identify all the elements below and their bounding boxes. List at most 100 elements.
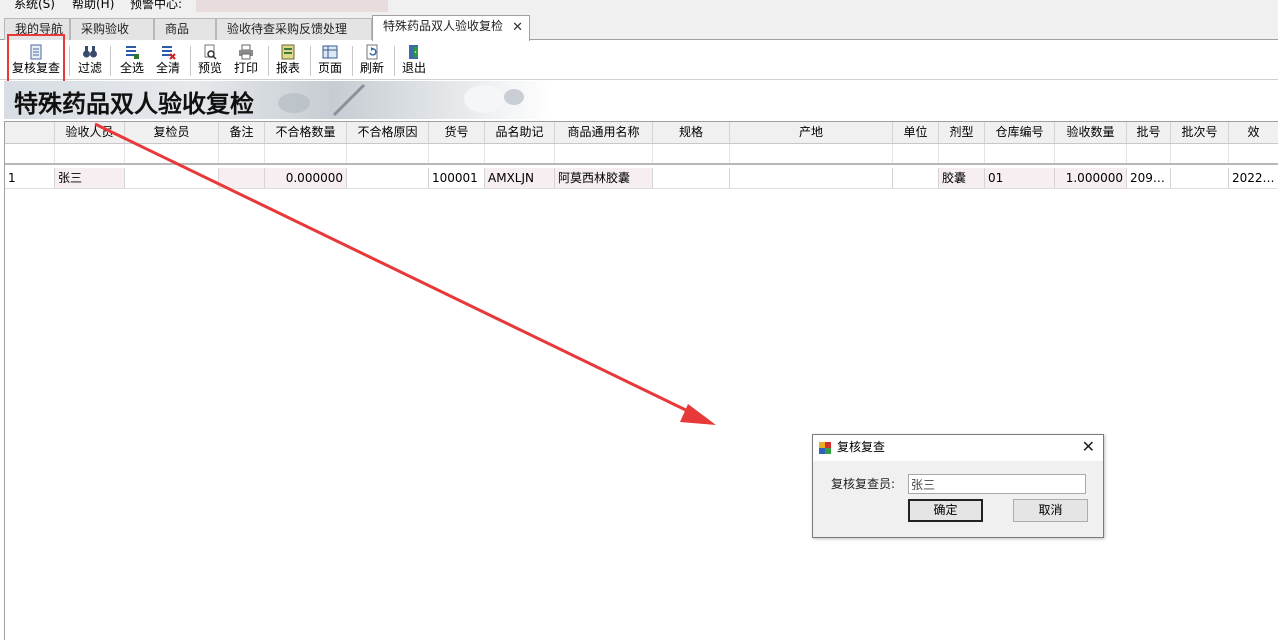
page-label: 页面	[317, 61, 342, 75]
toolbar-separator	[268, 46, 269, 76]
table-cell[interactable]: 100001	[429, 168, 485, 188]
filter-cell[interactable]	[219, 144, 265, 163]
menu-system[interactable]: 系统(S)	[14, 0, 55, 12]
filter-cell[interactable]	[429, 144, 485, 163]
ok-button[interactable]: 确定	[908, 499, 983, 522]
refresh-button[interactable]: 刷新	[356, 42, 388, 78]
column-header[interactable]: 效	[1229, 122, 1278, 143]
column-header[interactable]: 品名助记	[485, 122, 555, 143]
filter-cell[interactable]	[55, 144, 125, 163]
select-all-button[interactable]: 全选	[116, 42, 148, 78]
report-icon	[281, 44, 295, 60]
column-header[interactable]: 备注	[219, 122, 265, 143]
grid-header-row: 验收人员 复检员 备注 不合格数量 不合格原因 货号 品名助记 商品通用名称 规格 产地 单位 剂型仓…	[5, 122, 1278, 144]
table-cell[interactable]	[730, 168, 893, 188]
print-button[interactable]: 打印	[230, 42, 262, 78]
table-cell[interactable]: 1	[5, 168, 55, 188]
dialog-close-icon[interactable]: ✕	[1082, 437, 1095, 457]
clear-all-label: 全清	[155, 61, 180, 75]
table-cell[interactable]: 阿莫西林胶囊	[555, 168, 653, 188]
tab-special-drug-recheck[interactable]: 特殊药品双人验收复检 ✕	[372, 15, 530, 41]
page-button[interactable]: 页面	[314, 42, 346, 78]
filter-cell[interactable]	[1229, 144, 1278, 163]
table-cell[interactable]	[219, 168, 265, 188]
clear-all-button[interactable]: 全清	[152, 42, 184, 78]
table-cell[interactable]: 0.000000	[265, 168, 347, 188]
filter-cell[interactable]	[730, 144, 893, 163]
tab-label: 商品	[165, 22, 190, 36]
clear-all-icon	[162, 46, 176, 60]
exit-door-icon	[409, 45, 418, 59]
column-header[interactable]: 产地	[730, 122, 893, 143]
filter-cell[interactable]	[265, 144, 347, 163]
column-header[interactable]: 批次号	[1171, 122, 1229, 143]
column-header[interactable]: 商品通用名称	[555, 122, 653, 143]
grid-filter-row[interactable]	[5, 144, 1278, 165]
app-window-icon	[819, 442, 831, 454]
filter-cell[interactable]	[893, 144, 939, 163]
filter-cell[interactable]	[125, 144, 219, 163]
toolbar-separator	[190, 46, 191, 76]
filter-cell[interactable]	[1127, 144, 1171, 163]
exit-button[interactable]: 退出	[398, 42, 430, 78]
column-header[interactable]: 单位	[893, 122, 939, 143]
reviewer-input[interactable]	[908, 474, 1086, 494]
table-cell[interactable]	[653, 168, 730, 188]
recheck-label: 复核复查	[11, 61, 60, 75]
banner-decoration-icon	[278, 83, 524, 117]
table-row[interactable]: 1 张三 0.000000 100001 AMXLJN 阿莫西林胶囊 胶囊 01 1.00000…	[5, 168, 1278, 189]
table-cell[interactable]: 2022-01	[1229, 168, 1278, 188]
table-cell[interactable]: AMXLJN	[485, 168, 555, 188]
tab-close-icon[interactable]: ✕	[512, 16, 523, 40]
recheck-button[interactable]: 复核复查	[10, 42, 62, 78]
filter-cell[interactable]	[485, 144, 555, 163]
select-all-icon	[126, 46, 139, 59]
filter-cell[interactable]	[555, 144, 653, 163]
column-header[interactable]	[5, 122, 55, 143]
page-setup-icon	[322, 45, 338, 59]
tab-purchase-acceptance[interactable]: 采购验收	[70, 18, 154, 40]
toolbar-separator	[110, 46, 111, 76]
menu-alert-center[interactable]: 预警中心:	[130, 0, 182, 12]
filter-cell[interactable]	[939, 144, 985, 163]
tab-goods[interactable]: 商品	[154, 18, 216, 40]
column-header[interactable]: 剂型	[939, 122, 985, 143]
preview-button[interactable]: 预览	[194, 42, 226, 78]
table-cell[interactable]	[1171, 168, 1229, 188]
column-header[interactable]: 验收人员	[55, 122, 125, 143]
filter-cell[interactable]	[5, 144, 55, 163]
filter-button[interactable]: 过滤	[74, 42, 106, 78]
menu-help[interactable]: 帮助(H)	[72, 0, 114, 12]
magnifier-icon	[204, 44, 217, 60]
binoculars-icon	[83, 46, 97, 58]
toolbar-separator	[69, 46, 70, 76]
filter-cell[interactable]	[985, 144, 1055, 163]
cancel-button[interactable]: 取消	[1013, 499, 1088, 522]
table-cell[interactable]: 胶囊	[939, 168, 985, 188]
page-banner: 特殊药品双人验收复检	[4, 81, 552, 119]
filter-cell[interactable]	[1171, 144, 1229, 163]
column-header[interactable]: 不合格数量	[265, 122, 347, 143]
filter-cell[interactable]	[653, 144, 730, 163]
column-header[interactable]: 不合格原因	[347, 122, 429, 143]
tab-my-navigation[interactable]: 我的导航	[4, 18, 70, 40]
data-grid[interactable]: 验收人员 复检员 备注 不合格数量 不合格原因 货号 品名助记 商品通用名称 规格 产地 单位 剂型仓…	[4, 121, 1278, 640]
column-header[interactable]: 验收数量	[1055, 122, 1127, 143]
column-header[interactable]: 规格	[653, 122, 730, 143]
tab-acceptance-feedback[interactable]: 验收待查采购反馈处理	[216, 18, 372, 40]
filter-cell[interactable]	[347, 144, 429, 163]
table-cell[interactable]	[893, 168, 939, 188]
column-header[interactable]: 批号	[1127, 122, 1171, 143]
column-header[interactable]: 货号	[429, 122, 485, 143]
table-cell[interactable]: 张三	[55, 168, 125, 188]
table-cell[interactable]: 01	[985, 168, 1055, 188]
column-header[interactable]: 复检员	[125, 122, 219, 143]
tab-label: 验收待查采购反馈处理	[227, 22, 348, 36]
table-cell[interactable]: 1.000000	[1055, 168, 1127, 188]
column-header[interactable]: 仓库编号	[985, 122, 1055, 143]
table-cell[interactable]	[125, 168, 219, 188]
filter-cell[interactable]	[1055, 144, 1127, 163]
table-cell[interactable]: 2092...	[1127, 168, 1171, 188]
table-cell[interactable]	[347, 168, 429, 188]
report-button[interactable]: 报表	[272, 42, 304, 78]
